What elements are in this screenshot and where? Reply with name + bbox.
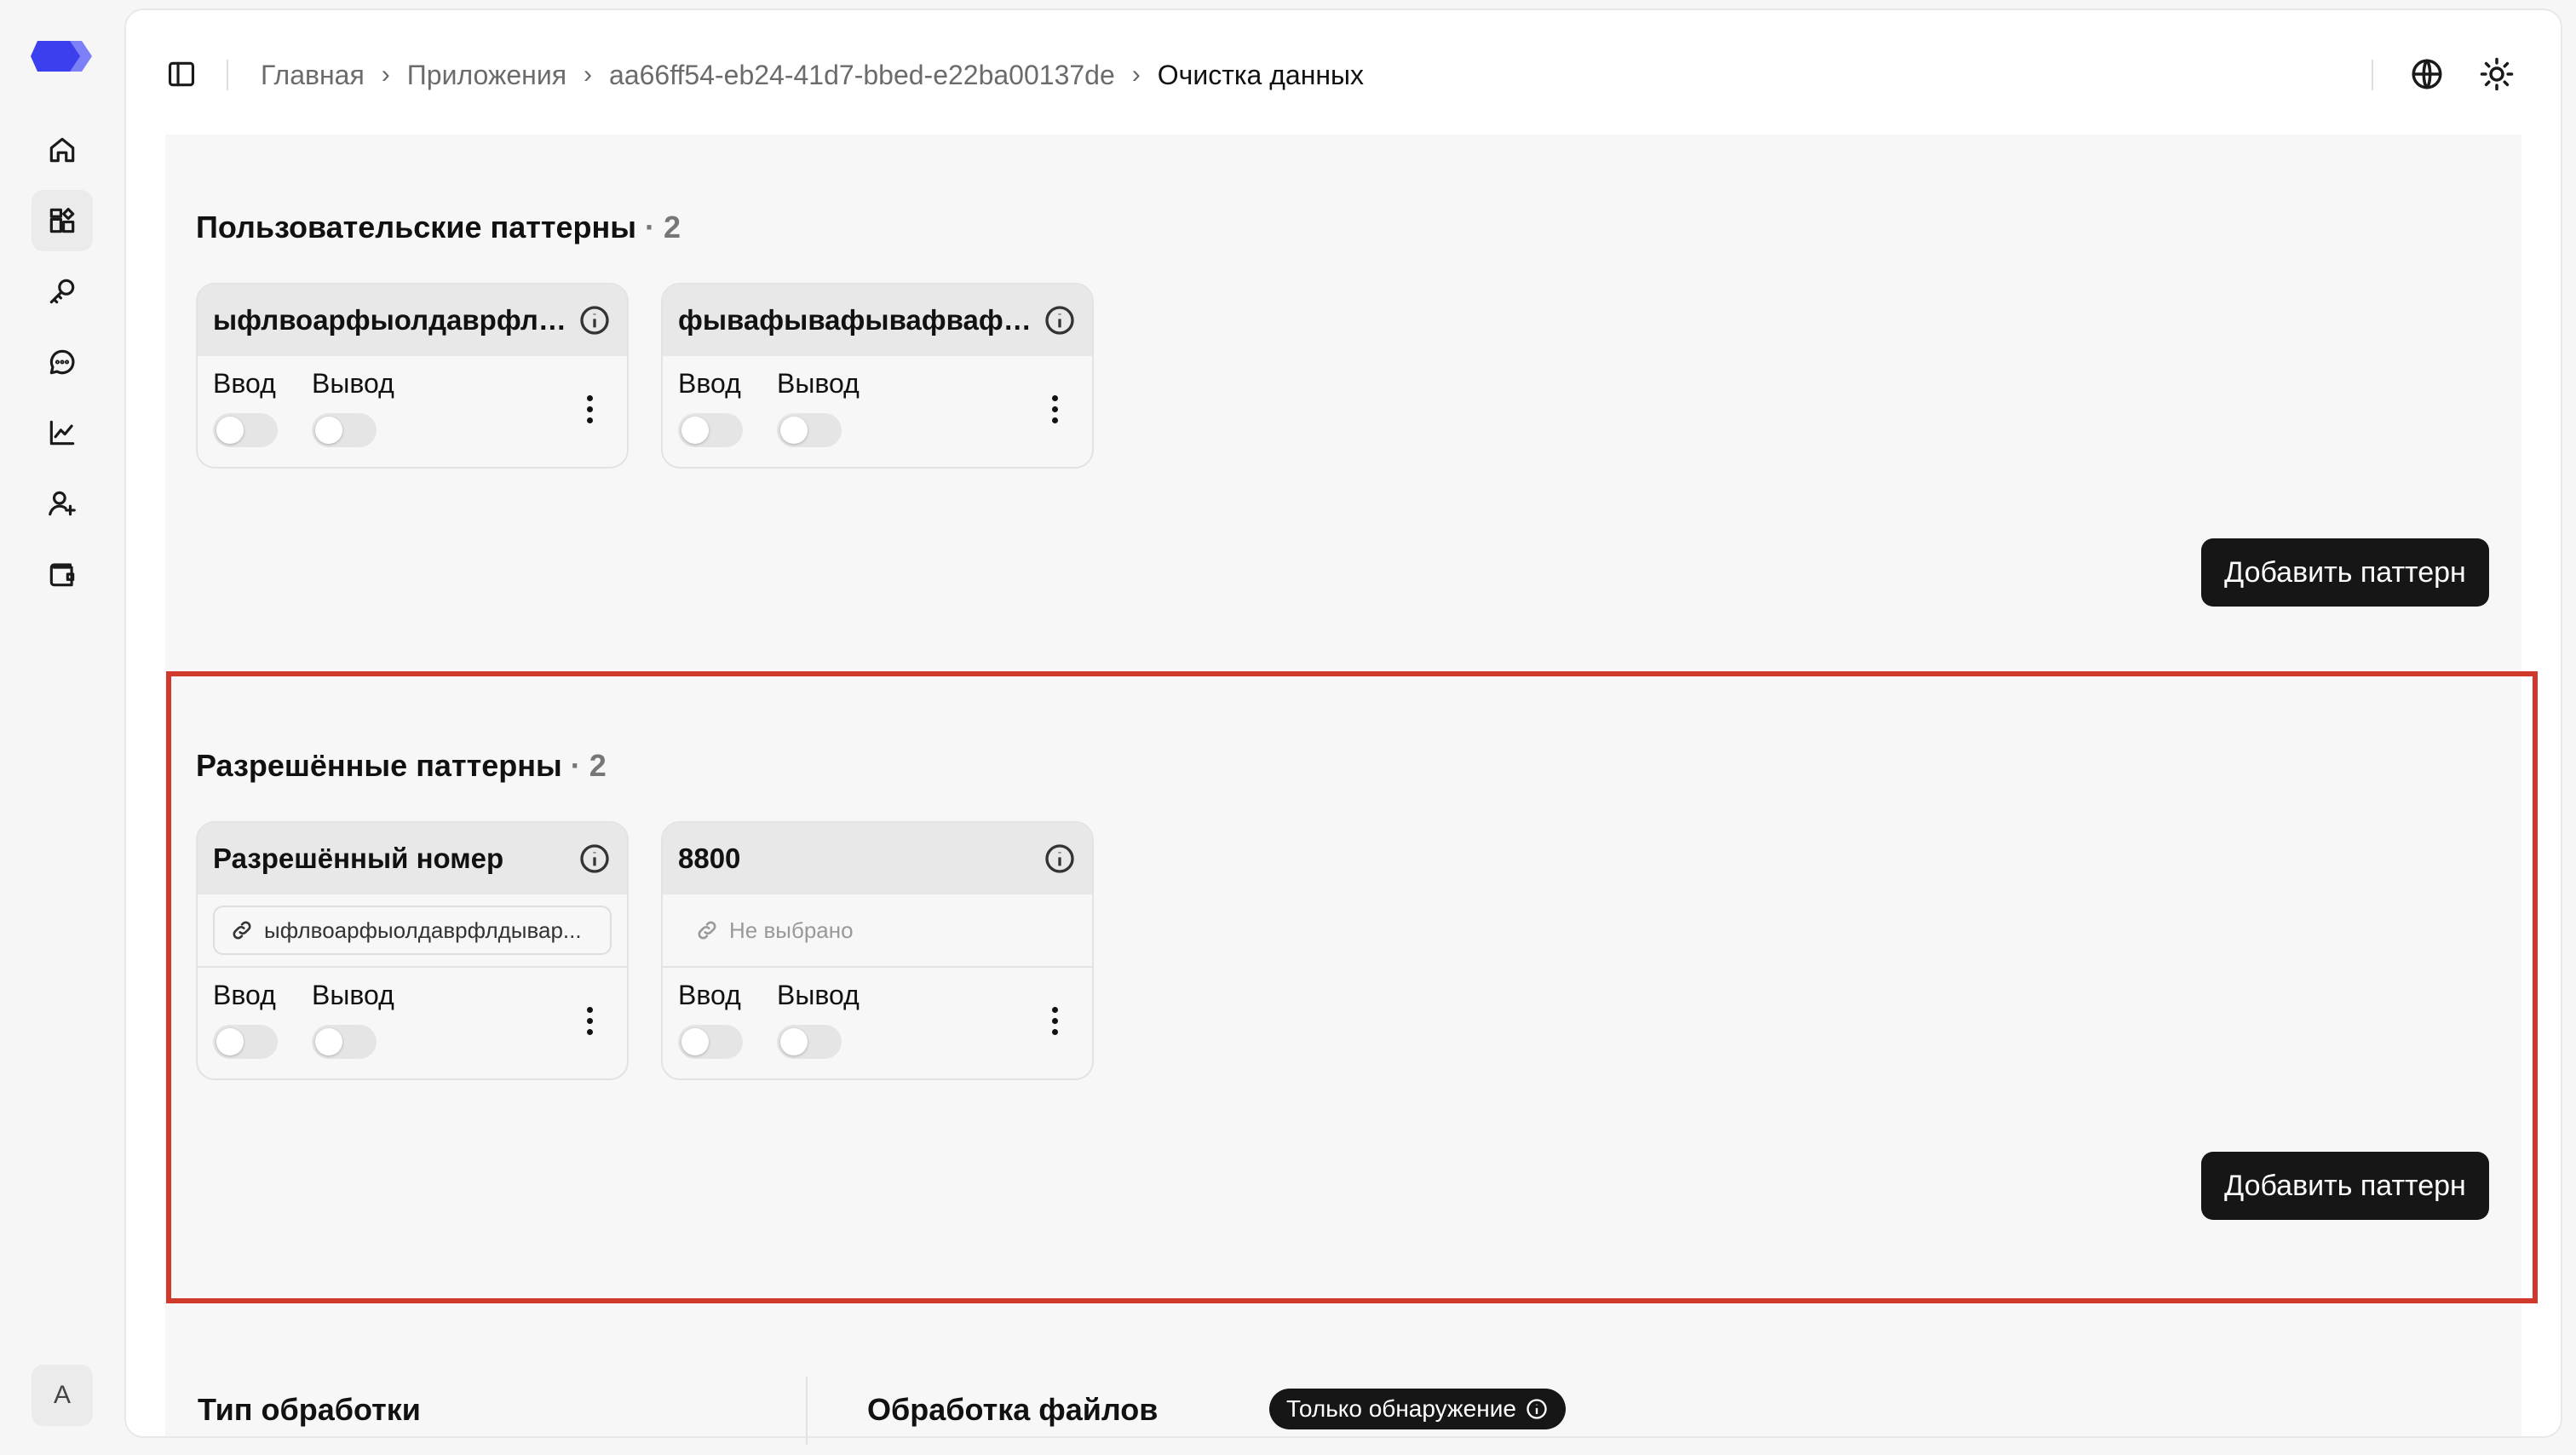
input-toggle-group: Ввод [678, 980, 743, 1059]
more-vertical-icon[interactable] [1049, 395, 1060, 424]
output-toggle-group: Вывод [777, 980, 860, 1059]
divider [2372, 60, 2373, 90]
logo-icon[interactable] [29, 36, 94, 77]
card-body: Ввод Вывод [663, 968, 1092, 1078]
input-toggle-group: Ввод [213, 980, 278, 1059]
badge-label: Только обнаружение [1286, 1395, 1516, 1422]
input-toggle[interactable] [678, 413, 743, 447]
card-body: Ввод Вывод [198, 968, 627, 1078]
detection-only-badge[interactable]: Только обнаружение [1269, 1389, 1566, 1429]
section-count: · 2 [570, 748, 607, 783]
linked-pattern-pill[interactable]: ыфлвоарфыолдаврфлдывар... [213, 906, 612, 955]
add-custom-pattern-button[interactable]: Добавить паттерн [2201, 538, 2489, 607]
input-label: Ввод [213, 980, 276, 1010]
more-vertical-icon[interactable] [584, 1007, 595, 1036]
input-label: Ввод [678, 368, 741, 399]
output-label: Вывод [312, 368, 394, 399]
globe-icon[interactable] [2409, 56, 2445, 92]
content-area: Пользовательские паттерны · 2 ыфлвоарфыо… [165, 135, 2521, 1436]
apps-icon[interactable] [32, 190, 93, 251]
card-title: ыфлвоарфыолдаврфлд... [213, 304, 571, 336]
card-title: фывафывафывафвафы... [678, 304, 1036, 336]
more-vertical-icon[interactable] [584, 395, 595, 424]
info-icon[interactable] [578, 303, 612, 337]
input-label: Ввод [678, 980, 741, 1010]
chat-icon[interactable] [32, 331, 93, 393]
breadcrumb-current: Очистка данных [1157, 59, 1365, 90]
card-title: Разрешённый номер [213, 843, 504, 874]
input-toggle[interactable] [678, 1025, 743, 1059]
info-icon[interactable] [578, 842, 612, 876]
section-title-text: Разрешённые паттерны [196, 748, 562, 783]
chevron-right-icon: › [381, 60, 390, 89]
output-label: Вывод [777, 368, 860, 399]
allowed-pattern-card: Разрешённый номер ыфлвоарфыолдаврфлдывар… [196, 821, 629, 1080]
breadcrumb-app-id[interactable]: aa66ff54-eb24-41d7-bbed-e22ba00137de [609, 60, 1115, 91]
input-label: Ввод [213, 368, 276, 399]
wallet-icon[interactable] [32, 543, 93, 605]
linked-pattern-text: ыфлвоарфыолдаврфлдывар... [264, 917, 582, 943]
section-title-text: Пользовательские паттерны [196, 210, 637, 244]
top-bar: Главная › Приложения › aa66ff54-eb24-41d… [126, 10, 2561, 133]
output-label: Вывод [777, 980, 860, 1010]
output-label: Вывод [312, 980, 394, 1010]
breadcrumb: Главная › Приложения › aa66ff54-eb24-41d… [261, 58, 1364, 92]
key-icon[interactable] [32, 261, 93, 322]
output-toggle[interactable] [312, 413, 377, 447]
add-allowed-pattern-button[interactable]: Добавить паттерн [2201, 1152, 2489, 1220]
output-toggle[interactable] [777, 413, 842, 447]
divider [227, 60, 228, 90]
pattern-card: фывафывафывафвафы... Ввод Вывод [661, 283, 1094, 469]
chart-icon[interactable] [32, 402, 93, 463]
card-header: Разрешённый номер [198, 823, 627, 894]
link-icon [695, 918, 719, 942]
more-vertical-icon[interactable] [1049, 1007, 1060, 1036]
avatar-letter: A [53, 1381, 71, 1409]
home-icon[interactable] [32, 119, 93, 181]
card-body: Ввод Вывод [663, 356, 1092, 467]
linked-pattern-row: Не выбрано [663, 894, 1092, 968]
breadcrumb-apps[interactable]: Приложения [407, 60, 566, 91]
output-toggle[interactable] [777, 1025, 842, 1059]
info-icon[interactable] [1043, 303, 1077, 337]
sun-icon[interactable] [2479, 56, 2515, 92]
avatar[interactable]: A [32, 1365, 93, 1426]
chevron-right-icon: › [584, 60, 593, 89]
card-body: Ввод Вывод [198, 356, 627, 467]
linked-pattern-row: ыфлвоарфыолдаврфлдывар... [198, 894, 627, 968]
card-header: фывафывафывафвафы... [663, 285, 1092, 356]
output-toggle-group: Вывод [777, 368, 860, 447]
sidebar-toggle-icon[interactable] [165, 58, 198, 90]
file-processing-title: Обработка файлов [867, 1392, 1159, 1427]
chevron-right-icon: › [1131, 60, 1141, 89]
main-panel: Главная › Приложения › aa66ff54-eb24-41d… [124, 9, 2562, 1438]
section-count: · 2 [645, 210, 681, 244]
info-icon [1525, 1397, 1549, 1421]
column-divider [806, 1377, 808, 1445]
output-toggle[interactable] [312, 1025, 377, 1059]
output-toggle-group: Вывод [312, 980, 394, 1059]
card-title: 8800 [678, 843, 741, 874]
breadcrumb-home[interactable]: Главная [261, 60, 365, 91]
output-toggle-group: Вывод [312, 368, 394, 447]
link-icon [230, 918, 254, 942]
processing-type-title: Тип обработки [198, 1392, 421, 1427]
user-plus-icon[interactable] [32, 473, 93, 534]
custom-patterns-title: Пользовательские паттерны · 2 [196, 210, 681, 245]
input-toggle-group: Ввод [678, 368, 743, 447]
left-rail: A [0, 0, 124, 1455]
pattern-card: ыфлвоарфыолдаврфлд... Ввод Вывод [196, 283, 629, 469]
allowed-pattern-card: 8800 Не выбрано Ввод Вывод [661, 821, 1094, 1080]
card-header: ыфлвоарфыолдаврфлд... [198, 285, 627, 356]
linked-pattern-text: Не выбрано [729, 917, 854, 943]
input-toggle[interactable] [213, 1025, 278, 1059]
input-toggle-group: Ввод [213, 368, 278, 447]
card-header: 8800 [663, 823, 1092, 894]
input-toggle[interactable] [213, 413, 278, 447]
linked-pattern-empty[interactable]: Не выбрано [678, 917, 871, 944]
allowed-patterns-title: Разрешённые паттерны · 2 [196, 748, 607, 784]
info-icon[interactable] [1043, 842, 1077, 876]
